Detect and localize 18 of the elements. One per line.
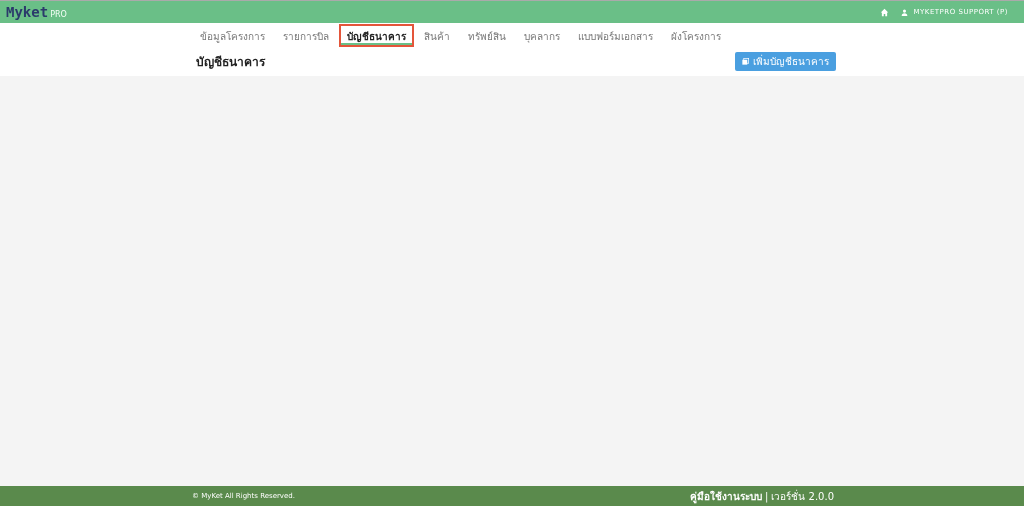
version-text: เวอร์ชั่น 2.0.0 [771, 488, 834, 504]
add-icon [742, 58, 749, 65]
nav-tab[interactable]: บัญชีธนาคาร [339, 24, 414, 47]
nav-tab[interactable]: แบบฟอร์มเอกสาร [570, 24, 661, 47]
logo-subtext: PRO [50, 11, 67, 19]
nav-tab[interactable]: ผังโครงการ [663, 24, 729, 47]
add-bank-account-button[interactable]: เพิ่มบัญชีธนาคาร [735, 52, 836, 71]
manual-link[interactable]: คู่มือใช้งานระบบ [690, 488, 762, 504]
page-title: บัญชีธนาคาร [196, 54, 265, 71]
nav-tab[interactable]: รายการบิล [275, 24, 337, 47]
user-icon [900, 8, 908, 16]
nav-tab[interactable]: สินค้า [416, 24, 458, 47]
logo-text[interactable]: Myket [6, 5, 49, 19]
nav-tab[interactable]: ทรัพย์สิน [460, 24, 514, 47]
separator-text: | [765, 490, 769, 502]
home-icon[interactable] [879, 7, 889, 17]
nav-tab[interactable]: ข้อมูลโครงการ [192, 24, 273, 47]
nav-tab[interactable]: บุคลากร [516, 24, 568, 47]
